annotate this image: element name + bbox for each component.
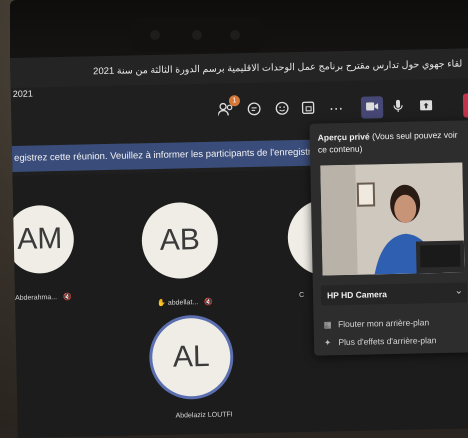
camera-device-dropdown[interactable]: HP HD Camera ⌄ <box>321 282 467 305</box>
avatar[interactable]: AB <box>141 202 219 280</box>
webcam-lens <box>230 30 240 40</box>
participant-name: C <box>299 292 304 299</box>
chat-button[interactable] <box>243 99 265 121</box>
camera-icon <box>365 99 379 115</box>
meeting-title: لقاء جهوي حول تدارس مقترح برنامج عمل الو… <box>93 59 462 78</box>
camera-toggle-button[interactable] <box>361 96 383 118</box>
share-icon <box>419 98 433 114</box>
more-options-button[interactable]: ⋯ <box>325 97 347 119</box>
camera-device-label: HP HD Camera <box>327 289 387 300</box>
avatar-initials: AB <box>159 223 200 258</box>
leave-button[interactable]: ☎ <box>463 93 468 117</box>
participants-button[interactable]: 1 <box>215 99 237 121</box>
camera-preview <box>320 163 464 276</box>
reactions-icon <box>275 101 289 118</box>
avatar-initials: AL <box>173 340 210 375</box>
recording-notice-text: egistrez cette réunion. Veuillez à infor… <box>14 146 340 164</box>
raised-hand-icon: ✋ <box>157 300 166 307</box>
microphone-button[interactable] <box>387 96 409 118</box>
blur-background-option[interactable]: ▦ Flouter mon arrière-plan <box>324 317 430 330</box>
rooms-icon <box>301 100 315 117</box>
private-preview-popup: Aperçu privé (Vous seul pouvez voir ce c… <box>309 120 468 355</box>
share-screen-button[interactable] <box>415 95 437 117</box>
recording-notice-banner: egistrez cette réunion. Veuillez à infor… <box>12 139 342 172</box>
more-icon: ⋯ <box>329 100 343 117</box>
teams-window: لقاء جهوي حول تدارس مقترح برنامج عمل الو… <box>10 48 468 438</box>
reactions-button[interactable] <box>271 98 293 120</box>
webcam-lens <box>192 30 202 40</box>
avatar[interactable]: AL <box>151 317 231 397</box>
participants-count-badge: 1 <box>229 95 240 106</box>
mic-muted-icon: 🔇 <box>204 299 213 306</box>
self-view-image <box>320 163 464 276</box>
chevron-down-icon: ⌄ <box>454 286 463 297</box>
meeting-title-year: 2021 <box>13 89 33 99</box>
webcam-lens <box>150 30 160 40</box>
more-background-effects-option[interactable]: ✦ Plus d'effets d'arrière-plan <box>324 335 437 348</box>
rooms-button[interactable] <box>297 98 319 120</box>
popup-title: Aperçu privé (Vous seul pouvez voir ce c… <box>318 128 468 155</box>
background-blur-icon: ▦ <box>324 319 336 330</box>
participant-name: Abdelaziz LOUTFI <box>175 411 232 419</box>
mic-icon <box>393 98 403 115</box>
background-effects-icon: ✦ <box>324 337 336 348</box>
avatar-initials: AM <box>17 222 63 257</box>
participant-name: Abderahma... 🔇 <box>15 293 72 302</box>
chat-icon <box>247 101 261 118</box>
avatar[interactable]: AM <box>10 205 75 274</box>
webcam-housing <box>130 18 265 52</box>
mic-muted-icon: 🔇 <box>63 294 72 301</box>
participant-name: ✋ abdellat... 🔇 <box>157 298 213 307</box>
